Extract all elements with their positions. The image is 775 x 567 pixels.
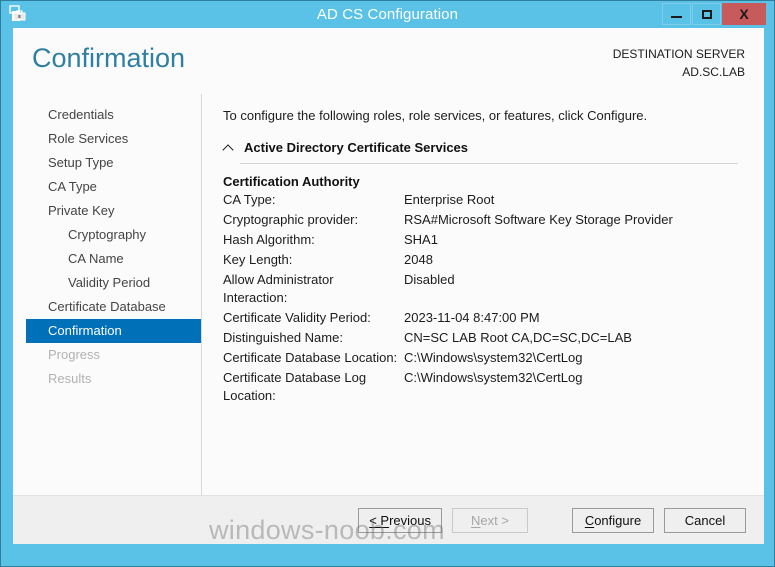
next-button[interactable]: Next >: [452, 507, 528, 533]
page-header: Confirmation DESTINATION SERVER AD.SC.LA…: [13, 28, 764, 94]
detail-value: CN=SC LAB Root CA,DC=SC,DC=LAB: [404, 330, 632, 345]
sidebar-item-certificate-database[interactable]: Certificate Database: [13, 295, 201, 319]
detail-value: 2048: [404, 252, 433, 267]
destination-server-label: DESTINATION SERVER: [612, 47, 745, 61]
detail-row: Distinguished Name: CN=SC LAB Root CA,DC=…: [223, 329, 742, 349]
page-title: Confirmation: [32, 43, 186, 73]
detail-key: Cryptographic provider:: [223, 212, 359, 227]
destination-server-name: AD.SC.LAB: [682, 65, 745, 79]
sidebar-item-setup-type[interactable]: Setup Type: [13, 151, 201, 175]
maximize-button[interactable]: [692, 3, 721, 25]
detail-key: CA Type:: [223, 192, 276, 207]
sidebar-item-ca-name[interactable]: CA Name: [13, 247, 201, 271]
footer-button-bar: windows-noob.com < Previous Next > Confi…: [13, 495, 764, 544]
detail-key: Hash Algorithm:: [223, 232, 315, 247]
sidebar-item-private-key[interactable]: Private Key: [13, 199, 201, 223]
sidebar-item-confirmation[interactable]: Confirmation: [26, 319, 201, 343]
detail-value: SHA1: [404, 232, 438, 247]
detail-key: Certificate Database Location:: [223, 350, 398, 365]
section-divider: [240, 163, 738, 164]
sidebar-item-ca-type[interactable]: CA Type: [13, 175, 201, 199]
detail-row: Key Length: 2048: [223, 251, 742, 271]
window-title: AD CS Configuration: [316, 6, 459, 23]
detail-value: Disabled: [404, 272, 455, 287]
cancel-button[interactable]: Cancel: [664, 507, 746, 533]
body-area: Credentials Role Services Setup Type CA Typ…: [13, 94, 764, 495]
sidebar-item-results: Results: [48, 371, 92, 386]
sidebar-item-credentials[interactable]: Credentials: [13, 103, 201, 127]
detail-value: C:\Windows\system32\CertLog: [404, 350, 583, 365]
detail-row: Hash Algorithm: SHA1: [223, 231, 742, 251]
detail-row: Certificate Validity Period: 2023-11-04 8…: [223, 309, 742, 329]
section-header-active-directory-certificate-services[interactable]: Active Directory Certificate Services: [223, 140, 742, 155]
window-controls: X: [661, 3, 766, 25]
ad-cs-configuration-window: AD CS Configuration X Confirmation DESTI…: [0, 0, 775, 567]
detail-value: Enterprise Root: [404, 192, 495, 207]
detail-row: CA Type: Enterprise Root: [223, 191, 742, 211]
configure-button[interactable]: Configure: [572, 507, 654, 533]
chevron-up-icon[interactable]: [223, 142, 235, 154]
detail-key: Certificate Validity Period:: [223, 310, 371, 325]
detail-key: Key Length:: [223, 252, 293, 267]
title-bar[interactable]: AD CS Configuration X: [1, 1, 774, 28]
detail-value: 2023-11-04 8:47:00 PM: [404, 310, 540, 325]
server-manager-icon: [9, 5, 27, 23]
detail-row: Cryptographic provider: RSA#Microsoft Sof…: [223, 211, 742, 231]
sidebar-item-validity-period[interactable]: Validity Period: [13, 271, 201, 295]
sidebar-item-cryptography[interactable]: Cryptography: [13, 223, 201, 247]
sidebar-item-progress: Progress: [48, 347, 101, 362]
content-pane: To configure the following roles, role s…: [202, 94, 764, 495]
detail-row: Allow Administrator Interaction: Disabled: [223, 271, 742, 309]
configuration-details-table: CA Type: Enterprise Root Cryptographic pro…: [223, 191, 742, 407]
sidebar-item-role-services[interactable]: Role Services: [13, 127, 201, 151]
client-area: Confirmation DESTINATION SERVER AD.SC.LA…: [13, 28, 764, 544]
wizard-navigation-sidebar: Credentials Role Services Setup Type CA Typ…: [13, 94, 202, 495]
detail-key: Distinguished Name:: [223, 330, 343, 345]
detail-value: RSA#Microsoft Software Key Storage Provi…: [404, 212, 673, 227]
detail-key: Certificate Database Log Location:: [223, 370, 367, 403]
destination-server-block: DESTINATION SERVER AD.SC.LAB: [613, 45, 745, 81]
section-title: Active Directory Certificate Services: [244, 140, 469, 155]
intro-text: To configure the following roles, role s…: [223, 108, 648, 123]
detail-row: Certificate Database Location: C:\Windows…: [223, 349, 742, 369]
previous-button[interactable]: < Previous: [358, 507, 442, 533]
close-button[interactable]: X: [722, 3, 766, 25]
detail-key: Allow Administrator Interaction:: [223, 272, 334, 305]
group-title-certification-authority: Certification Authority: [223, 174, 360, 189]
minimize-button[interactable]: [662, 3, 691, 25]
detail-value: C:\Windows\system32\CertLog: [404, 370, 583, 385]
detail-row: Certificate Database Log Location: C:\Win…: [223, 369, 742, 407]
